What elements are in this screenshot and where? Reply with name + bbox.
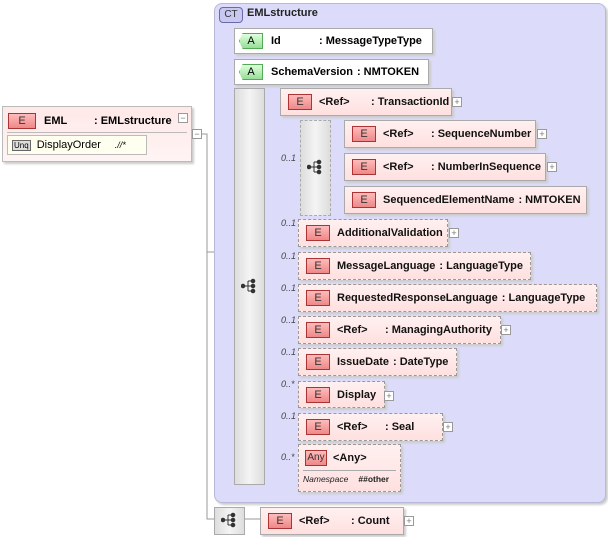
complex-type-name: EMLstructure — [247, 7, 318, 19]
expand-icon[interactable]: + — [449, 228, 459, 238]
element-name: <Ref> — [337, 421, 368, 433]
element-additionalvalidation[interactable]: E AdditionalValidation — [298, 219, 448, 247]
element-requestedresponselanguage[interactable]: E RequestedResponseLanguage: LanguageType — [298, 284, 597, 312]
expand-toggle-icon[interactable]: − — [192, 129, 202, 139]
expand-icon[interactable]: + — [537, 129, 547, 139]
attribute-schemaversion[interactable]: A SchemaVersion: NMTOKEN — [234, 59, 429, 85]
unique-constraint[interactable]: Unq DisplayOrder .//* — [7, 135, 147, 155]
unique-name: DisplayOrder — [36, 139, 101, 151]
element-name: IssueDate — [337, 356, 389, 368]
root-element-eml[interactable]: E EML : EMLstructure − Unq DisplayOrder .//* — [2, 106, 192, 162]
element-name: <Ref> — [383, 128, 414, 140]
occurrence-label: 0..1 — [281, 411, 297, 421]
element-name: SequencedElementName — [383, 194, 515, 206]
element-type: : Seal — [385, 421, 415, 433]
element-seal[interactable]: E <Ref> : Seal — [298, 413, 443, 441]
element-count[interactable]: E <Ref> : Count — [260, 507, 404, 535]
element-name: <Ref> — [299, 515, 330, 527]
element-icon: E — [306, 258, 330, 274]
expand-icon[interactable]: + — [443, 422, 453, 432]
element-type: : ManagingAuthority — [385, 324, 492, 336]
element-display[interactable]: E Display — [298, 381, 385, 408]
element-name: <Ref> — [319, 96, 350, 108]
element-name: <Any> — [333, 452, 367, 464]
attribute-icon: A — [239, 33, 263, 49]
element-name: AdditionalValidation — [337, 227, 443, 239]
attribute-type: : NMTOKEN — [356, 66, 420, 78]
attribute-type: : MessageTypeType — [319, 35, 422, 47]
element-icon: E — [306, 322, 330, 338]
element-type: : SequenceNumber — [431, 128, 532, 140]
element-icon: E — [352, 159, 376, 175]
element-sequencenumber[interactable]: E <Ref> : SequenceNumber — [344, 120, 536, 148]
occurrence-label: 0..1 — [281, 251, 297, 261]
divider — [7, 132, 187, 133]
element-name: RequestedResponseLanguage — [337, 292, 498, 304]
element-name: Display — [337, 388, 377, 401]
attribute-id[interactable]: A Id : MessageTypeType — [234, 28, 433, 54]
element-transactionid[interactable]: E <Ref> : TransactionId — [280, 88, 452, 116]
namespace-label: Namespace — [303, 474, 349, 484]
element-name: MessageLanguage — [337, 260, 436, 272]
element-type: : TransactionId — [371, 96, 450, 108]
expand-icon[interactable]: + — [452, 97, 462, 107]
occurrence-label: 0..1 — [281, 347, 297, 357]
element-icon: E — [306, 225, 330, 241]
sequence-icon — [307, 159, 322, 175]
element-type: : LanguageType — [501, 292, 586, 304]
element-type: : DateType — [392, 356, 449, 368]
namespace-value: ##other — [358, 474, 390, 484]
root-type: : EMLstructure — [94, 115, 172, 127]
element-type: : LanguageType — [439, 260, 523, 272]
element-type: : Count — [351, 515, 390, 527]
element-icon: E — [306, 354, 330, 370]
element-issuedate[interactable]: E IssueDate: DateType — [298, 348, 457, 376]
occurrence-label: 0..1 — [281, 218, 297, 228]
element-icon: E — [306, 290, 330, 306]
occurrence-label: 0..1 — [281, 153, 297, 163]
expand-icon[interactable]: + — [501, 325, 511, 335]
element-numberinsequence[interactable]: E <Ref> : NumberInSequence — [344, 153, 546, 181]
complex-type-badge: CT — [219, 7, 243, 23]
attribute-name: SchemaVersion — [271, 66, 353, 78]
attribute-icon: A — [239, 64, 263, 80]
element-sequencedelementname[interactable]: E SequencedElementName: NMTOKEN — [344, 186, 587, 214]
any-element-wildcard[interactable]: Any <Any> Namespace ##other — [298, 444, 401, 492]
sequence-icon — [221, 512, 236, 528]
unique-badge-icon: Unq — [12, 139, 31, 151]
element-icon: E — [268, 513, 292, 529]
occurrence-label: 0..* — [281, 379, 295, 389]
element-icon: E — [352, 192, 376, 208]
expand-icon[interactable]: + — [404, 516, 414, 526]
occurrence-label: 0..1 — [281, 283, 297, 293]
any-icon: Any — [305, 450, 327, 466]
sequence-icon — [241, 278, 256, 294]
occurrence-label: 0..* — [281, 452, 295, 462]
element-type: : NumberInSequence — [431, 161, 542, 173]
attribute-name: Id — [271, 35, 281, 47]
element-messagelanguage[interactable]: E MessageLanguage: LanguageType — [298, 252, 531, 280]
element-name: <Ref> — [337, 324, 368, 336]
occurrence-label: 0..1 — [281, 315, 297, 325]
element-icon: E — [306, 386, 330, 403]
element-managingauthority[interactable]: E <Ref> : ManagingAuthority — [298, 316, 501, 344]
element-name: <Ref> — [383, 161, 414, 173]
element-icon: E — [288, 94, 312, 110]
expand-icon[interactable]: + — [384, 391, 394, 401]
root-name: EML — [44, 115, 68, 127]
element-icon: E — [352, 126, 376, 142]
collapse-icon[interactable]: − — [178, 113, 188, 123]
expand-icon[interactable]: + — [547, 162, 557, 172]
element-plus-icon: E — [8, 113, 36, 129]
unique-selector: .//* — [114, 140, 126, 150]
element-type: : NMTOKEN — [518, 194, 581, 206]
element-icon: E — [306, 419, 330, 435]
